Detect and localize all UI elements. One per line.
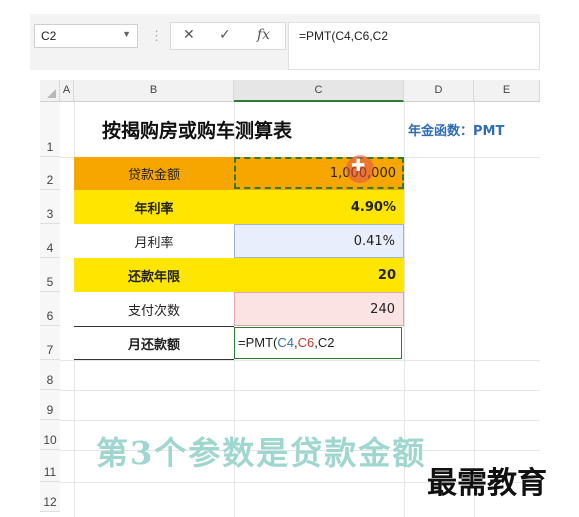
label-loan-amount[interactable]: 贷款金额: [74, 157, 234, 190]
crosshair-cursor-icon: ✚: [351, 156, 366, 176]
select-all-icon: [47, 89, 56, 98]
value-monthly-rate[interactable]: 0.41%: [234, 224, 404, 258]
row-header-12[interactable]: 12: [40, 482, 60, 512]
formula-bar-separator-icon: ⋮: [150, 28, 163, 43]
column-header-c[interactable]: C: [234, 80, 404, 102]
chevron-down-icon[interactable]: ▼: [122, 29, 131, 39]
gridline: [474, 102, 475, 517]
row-header-8[interactable]: 8: [40, 360, 60, 390]
label-repayment-years[interactable]: 还款年限: [74, 258, 234, 292]
row-header-1[interactable]: 1: [40, 102, 60, 157]
gridline: [60, 390, 540, 391]
check-icon[interactable]: ✓: [219, 27, 231, 43]
annuity-note: 年金函数：PMT: [408, 124, 505, 139]
label-payment-count[interactable]: 支付次数: [74, 292, 234, 326]
name-box-value: C2: [41, 29, 57, 43]
label-monthly-rate[interactable]: 月利率: [74, 224, 234, 258]
formula-ref-c2: C2: [317, 335, 335, 350]
gridline: [60, 360, 540, 361]
insert-function-icon[interactable]: fx: [257, 27, 270, 43]
label-monthly-payment[interactable]: 月还款额: [74, 326, 234, 360]
row-header-9[interactable]: 9: [40, 390, 60, 420]
row-header-3[interactable]: 3: [40, 190, 60, 224]
row-header-2[interactable]: 2: [40, 157, 60, 190]
gridline: [60, 420, 540, 421]
select-all-corner[interactable]: [40, 80, 60, 102]
row-header-7[interactable]: 7: [40, 326, 60, 360]
value-loan-amount[interactable]: 1,000,000: [234, 157, 404, 190]
formula-ref-c4: C4: [277, 335, 294, 350]
value-annual-rate[interactable]: 4.90%: [234, 190, 404, 224]
brand-logo: 最需教育: [427, 466, 547, 501]
value-payment-count[interactable]: 240: [234, 292, 404, 326]
label-annual-rate[interactable]: 年利率: [74, 190, 234, 224]
row-header-5[interactable]: 5: [40, 258, 60, 292]
formula-prefix: =PMT(: [238, 335, 278, 350]
name-box[interactable]: C2 ▼: [34, 24, 138, 48]
column-header-a[interactable]: A: [60, 80, 74, 102]
column-header-b[interactable]: B: [74, 80, 234, 102]
value-repayment-years[interactable]: 20: [234, 258, 404, 292]
row-header-4[interactable]: 4: [40, 224, 60, 258]
video-caption: 第3个参数是贷款金额: [96, 434, 427, 472]
close-icon[interactable]: ✕: [183, 27, 195, 43]
formula-input[interactable]: =PMT(C4,C6,C2: [288, 22, 540, 70]
sheet-title: 按揭购房或购车测算表: [102, 120, 293, 142]
formula-bar-buttons: ✕ ✓ fx: [170, 22, 286, 50]
column-header-e[interactable]: E: [474, 80, 540, 102]
formula-ref-c6: C6: [297, 335, 315, 350]
row-header-11[interactable]: 11: [40, 450, 60, 482]
formula-edit-cell[interactable]: =PMT(C4,C6,C2: [234, 327, 402, 359]
row-header-10[interactable]: 10: [40, 420, 60, 450]
row-header-6[interactable]: 6: [40, 292, 60, 326]
column-header-d[interactable]: D: [404, 80, 474, 102]
